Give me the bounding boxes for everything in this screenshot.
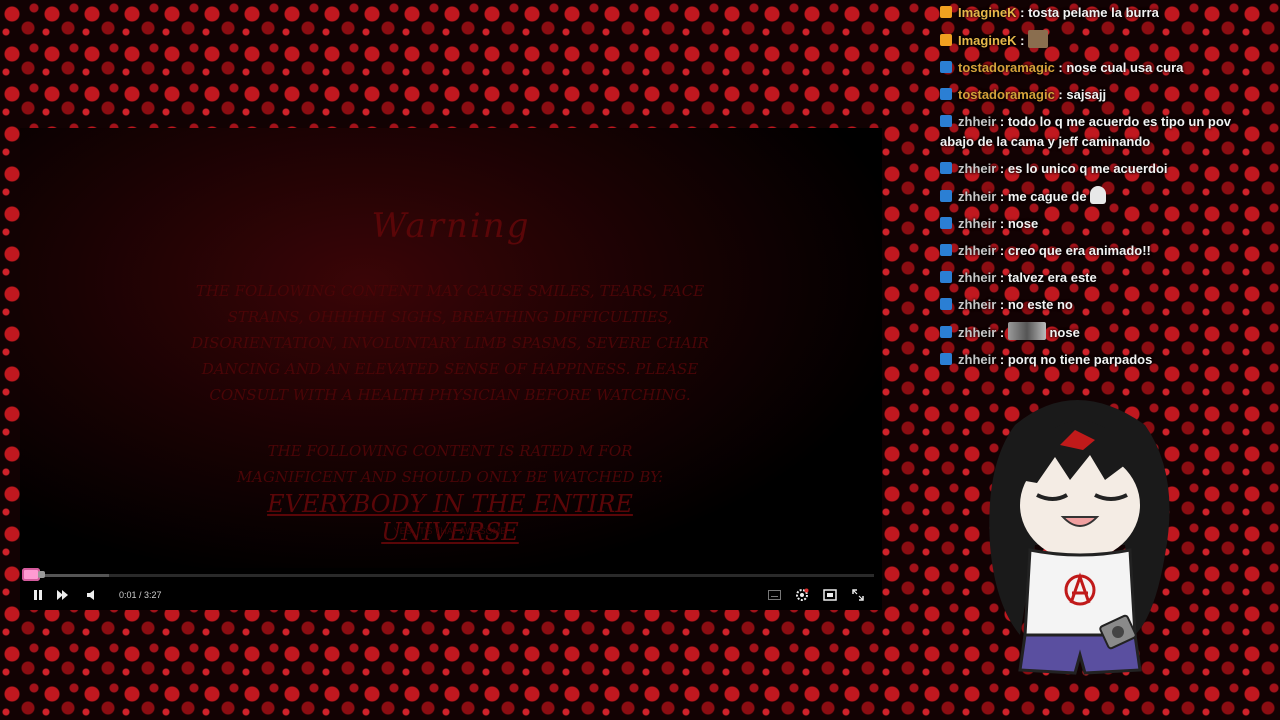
vtuber-avatar: [989, 400, 1170, 675]
chat-message: ImagineK : tosta pelame la burra: [936, 0, 1266, 27]
theater-mode-button[interactable]: [820, 580, 840, 610]
chat-message-text: :: [1016, 33, 1029, 48]
video-frame[interactable]: Warning The following content may cause …: [20, 128, 882, 568]
chat-message: zhheir : me cague de: [936, 183, 1266, 211]
chat-message-text: : tosta pelame la burra: [1016, 5, 1159, 20]
video-player[interactable]: Warning The following content may cause …: [20, 128, 882, 610]
ghost-emote-icon: [1090, 186, 1107, 204]
chat-username[interactable]: zhheir: [958, 325, 996, 340]
dog-emote-icon: [1028, 30, 1049, 48]
chat-username[interactable]: zhheir: [958, 243, 996, 258]
chat-message: zhheir : no este no: [936, 292, 1266, 319]
chat-username[interactable]: tostadoramagic: [958, 60, 1055, 75]
prime-badge-icon: [940, 326, 952, 338]
fullscreen-icon: [852, 589, 864, 601]
chat-message: zhheir : talvez era este: [936, 265, 1266, 292]
chat-message: zhheir : es lo unico q me acuerdoi: [936, 156, 1266, 183]
prime-badge-icon: [940, 61, 952, 73]
chat-message-text: : nose cual usa cura: [1054, 60, 1184, 75]
fullscreen-button[interactable]: [848, 580, 868, 610]
next-button[interactable]: [52, 580, 72, 610]
prime-badge-icon: [940, 244, 952, 256]
chat-message-text: :: [996, 325, 1008, 340]
chat-message: zhheir : porq no tiene parpados: [936, 347, 1266, 374]
chat-overlay: ImagineK : tosta pelame la burra ImagineK…: [936, 0, 1266, 374]
chat-message: zhheir : creo que era animado!!: [936, 238, 1266, 265]
subtitles-button[interactable]: [764, 580, 784, 610]
prime-badge-icon: [940, 353, 952, 365]
video-warning-small: Yes, it's that awesome: [393, 526, 507, 536]
chat-message-text-after: nose: [1045, 325, 1080, 340]
settings-button[interactable]: [792, 580, 812, 610]
prime-badge-icon: [940, 298, 952, 310]
prime-badge-icon: [940, 88, 952, 100]
video-warning-body: The following content may cause smiles, …: [191, 282, 709, 404]
chat-message: tostadoramagic : nose cual usa cura: [936, 55, 1266, 82]
video-warning-everybody: Everybody in the entire universe: [267, 490, 633, 546]
crown-badge-icon: [940, 34, 952, 46]
chat-message-text: : es lo unico q me acuerdoi: [996, 161, 1168, 176]
chat-message: tostadoramagic : sajsajj: [936, 82, 1266, 109]
video-warning-rated: The following content is rated M for mag…: [236, 442, 664, 486]
player-controls: 0:01 / 3:27: [20, 580, 882, 610]
chat-message-text: : no este no: [996, 297, 1073, 312]
chat-message-text: : nose: [996, 216, 1039, 231]
prime-badge-icon: [940, 217, 952, 229]
volume-button[interactable]: [82, 580, 102, 610]
chat-message: zhheir : nose: [936, 211, 1266, 238]
chat-message: ImagineK :: [936, 27, 1266, 55]
chat-message-text: : me cague de: [996, 189, 1091, 204]
photo-emote-icon: [1007, 322, 1046, 340]
chat-username[interactable]: zhheir: [958, 161, 996, 176]
chat-username[interactable]: zhheir: [958, 297, 996, 312]
seek-bar[interactable]: [30, 574, 874, 577]
chat-username[interactable]: zhheir: [958, 270, 996, 285]
chat-message-text: : talvez era este: [996, 270, 1097, 285]
prime-badge-icon: [940, 190, 952, 202]
chat-message: zhheir : todo lo q me acuerdo es tipo un…: [936, 109, 1266, 156]
next-icon: [56, 590, 68, 600]
chat-message-text: : creo que era animado!!: [996, 243, 1151, 258]
chat-username[interactable]: ImagineK: [958, 33, 1017, 48]
chat-message-text: : sajsajj: [1054, 87, 1107, 102]
time-display: 0:01 / 3:27: [119, 590, 162, 600]
chat-message: zhheir : nose: [936, 319, 1266, 347]
chat-message-text: : porq no tiene parpados: [996, 352, 1153, 367]
chat-username[interactable]: zhheir: [958, 114, 996, 129]
chat-username[interactable]: zhheir: [958, 216, 996, 231]
theater-icon: [823, 589, 837, 601]
crown-badge-icon: [940, 6, 952, 18]
gear-icon: [796, 588, 809, 601]
video-warning-title: Warning: [371, 206, 531, 246]
pause-icon: [34, 590, 42, 600]
chat-username[interactable]: ImagineK: [958, 5, 1017, 20]
prime-badge-icon: [940, 115, 952, 127]
pause-button[interactable]: [28, 580, 48, 610]
subtitles-icon: [767, 590, 781, 600]
prime-badge-icon: [940, 162, 952, 174]
chat-username[interactable]: zhheir: [958, 189, 996, 204]
chat-username[interactable]: zhheir: [958, 352, 996, 367]
prime-badge-icon: [940, 271, 952, 283]
volume-icon: [87, 590, 94, 600]
chat-username[interactable]: tostadoramagic: [958, 87, 1055, 102]
